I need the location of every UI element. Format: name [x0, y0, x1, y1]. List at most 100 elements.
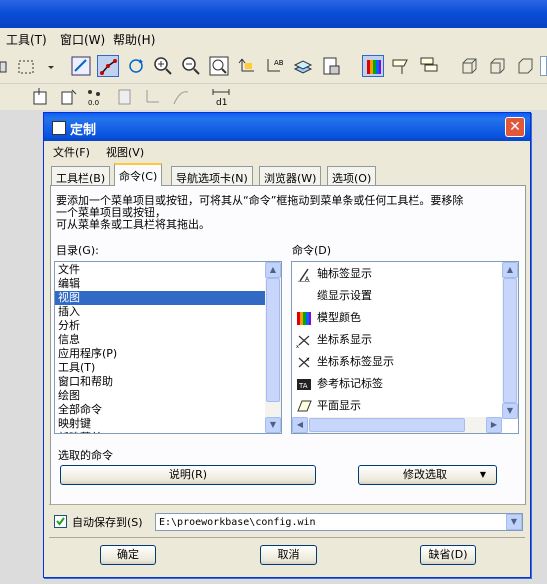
- sketch-icon[interactable]: [70, 55, 92, 77]
- datum-analysis-icon[interactable]: [170, 86, 192, 108]
- modify-selection-label: 修改选取: [403, 468, 447, 481]
- scroll-thumb[interactable]: [309, 418, 465, 432]
- zoom-in-icon[interactable]: [152, 55, 174, 77]
- datum-axis-display-icon[interactable]: [418, 55, 440, 77]
- menu-help[interactable]: 帮助(H): [113, 31, 155, 48]
- tab-browser[interactable]: 浏览器(W): [259, 166, 322, 185]
- modify-selection-button[interactable]: 修改选取 ▼: [358, 465, 497, 485]
- hidden-line-icon[interactable]: [486, 55, 508, 77]
- saved-views-icon[interactable]: AB: [264, 55, 286, 77]
- list-item[interactable]: 绘图: [55, 389, 265, 403]
- list-item[interactable]: 信息: [55, 333, 265, 347]
- command-item[interactable]: 缆显示设置: [292, 285, 502, 307]
- datum-point-icon[interactable]: 0.0: [84, 86, 106, 108]
- scroll-thumb[interactable]: [503, 278, 517, 403]
- command-item[interactable]: 模型颜色: [292, 307, 502, 329]
- dimension-icon[interactable]: d1: [210, 86, 232, 108]
- close-icon[interactable]: ✕: [505, 117, 525, 137]
- describe-button[interactable]: 说明(R): [60, 465, 316, 485]
- command-label: 轴标签显示: [317, 267, 372, 280]
- command-item[interactable]: x 坐标系显示: [292, 329, 502, 351]
- toolbar-overflow[interactable]: [540, 56, 547, 76]
- dialog-app-icon: [52, 121, 66, 135]
- datum-curve-icon[interactable]: [114, 86, 136, 108]
- list-item[interactable]: 编辑: [55, 277, 265, 291]
- tab-navigator[interactable]: 导航选项卡(N): [171, 166, 253, 185]
- svg-text:0.0: 0.0: [88, 99, 99, 107]
- commands-list[interactable]: A 轴标签显示 缆显示设置 模型颜色 x 坐标系显示 x 坐标系标签显示 TA 参考标记标签平面显…: [291, 261, 519, 434]
- zoom-out-icon[interactable]: [180, 55, 202, 77]
- autosave-checkbox[interactable]: [54, 515, 67, 528]
- ok-button[interactable]: 确定: [100, 545, 156, 565]
- check-icon: [56, 517, 65, 526]
- command-item[interactable]: A 轴标签显示: [292, 263, 502, 285]
- reorient-icon[interactable]: [236, 55, 258, 77]
- commands-label: 命令(D): [292, 244, 332, 257]
- customize-dialog: 定制 ✕ 文件(F) 视图(V) 工具栏(B) 命令(C) 导航选项卡(N) 浏…: [43, 112, 531, 578]
- datum-plane-display-icon[interactable]: [390, 55, 412, 77]
- list-item[interactable]: 分析: [55, 319, 265, 333]
- list-item[interactable]: 插入: [55, 305, 265, 319]
- dialog-menu-file[interactable]: 文件(F): [53, 144, 90, 160]
- spin-icon[interactable]: [125, 55, 147, 77]
- refit-icon[interactable]: [208, 55, 230, 77]
- dialog-title-bar: 定制 ✕: [44, 113, 530, 141]
- tab-toolbars[interactable]: 工具栏(B): [51, 166, 111, 185]
- csys-label-icon: x: [296, 354, 312, 370]
- ref-tag-icon: TA: [296, 376, 312, 392]
- scroll-down-icon[interactable]: ▼: [502, 403, 518, 419]
- svg-text:d1: d1: [216, 98, 227, 108]
- datum-axis-icon[interactable]: [58, 86, 80, 108]
- spline-icon[interactable]: [97, 55, 119, 77]
- model-color-icon: [296, 310, 312, 326]
- dialog-menu-view[interactable]: 视图(V): [106, 144, 144, 160]
- view-cube-icon[interactable]: [458, 55, 480, 77]
- list-item[interactable]: 文件: [55, 263, 265, 277]
- autosave-path-combo[interactable]: E:\proeworkbase\config.win ▼: [155, 513, 523, 531]
- list-item[interactable]: 工具(T): [55, 361, 265, 375]
- command-label: 平面显示: [317, 399, 361, 412]
- layers-icon[interactable]: [292, 55, 314, 77]
- no-hidden-icon[interactable]: [514, 55, 536, 77]
- model-color-toggle-icon[interactable]: [362, 55, 384, 77]
- list-item[interactable]: 窗口和帮助: [55, 375, 265, 389]
- list-item[interactable]: 全部命令: [55, 403, 265, 417]
- cancel-button[interactable]: 取消: [260, 545, 317, 565]
- tab-options[interactable]: 选项(O): [327, 166, 377, 185]
- menu-window[interactable]: 窗口(W): [60, 31, 105, 48]
- chevron-down-icon[interactable]: ▼: [506, 514, 522, 530]
- datum-plane-icon[interactable]: [30, 86, 52, 108]
- scroll-left-icon[interactable]: ◀: [292, 417, 308, 433]
- instructions-text: 要添加一个菜单项目或按钮，可将其从“命令”框拖动到菜单条或任何工具栏。要移除 一…: [56, 195, 520, 231]
- scroll-thumb[interactable]: [266, 278, 280, 402]
- default-button[interactable]: 缺省(D): [420, 545, 476, 565]
- scroll-up-icon[interactable]: ▲: [502, 262, 518, 278]
- svg-text:TA: TA: [298, 382, 308, 390]
- dialog-title: 定制: [70, 123, 97, 138]
- scroll-right-icon[interactable]: ▶: [486, 417, 502, 433]
- command-item[interactable]: x 坐标系标签显示: [292, 351, 502, 373]
- select-box-icon[interactable]: [16, 56, 38, 78]
- svg-text:x: x: [296, 344, 299, 348]
- main-toolbar: AB: [0, 50, 547, 84]
- chevron-down-icon: ▼: [479, 470, 486, 479]
- datum-csys-icon[interactable]: [142, 86, 164, 108]
- list-item[interactable]: 应用程序(P): [55, 347, 265, 361]
- scroll-down-icon[interactable]: ▼: [265, 417, 281, 433]
- categories-list[interactable]: 文件编辑视图插入分析信息应用程序(P)工具(T)窗口和帮助绘图全部命令映射键新建…: [54, 261, 282, 434]
- command-item[interactable]: 平面显示: [292, 395, 502, 417]
- list-item[interactable]: 新建菜单: [55, 431, 265, 433]
- command-item[interactable]: TA 参考标记标签: [292, 373, 502, 395]
- list-item[interactable]: 映射键: [55, 417, 265, 431]
- app-title-bar: [0, 0, 547, 28]
- chevron-down-icon[interactable]: [40, 56, 54, 78]
- autosave-label: 自动保存到(S): [72, 516, 143, 529]
- categories-scrollbar[interactable]: ▲ ▼: [265, 262, 281, 433]
- list-item[interactable]: 视图: [55, 291, 265, 305]
- tab-commands[interactable]: 命令(C): [114, 163, 163, 186]
- commands-vscrollbar[interactable]: ▲ ▼: [502, 262, 518, 419]
- menu-tools[interactable]: 工具(T): [6, 31, 47, 48]
- commands-hscrollbar[interactable]: ◀ ▶: [292, 417, 502, 433]
- appearance-icon[interactable]: [320, 55, 342, 77]
- scroll-up-icon[interactable]: ▲: [265, 262, 281, 278]
